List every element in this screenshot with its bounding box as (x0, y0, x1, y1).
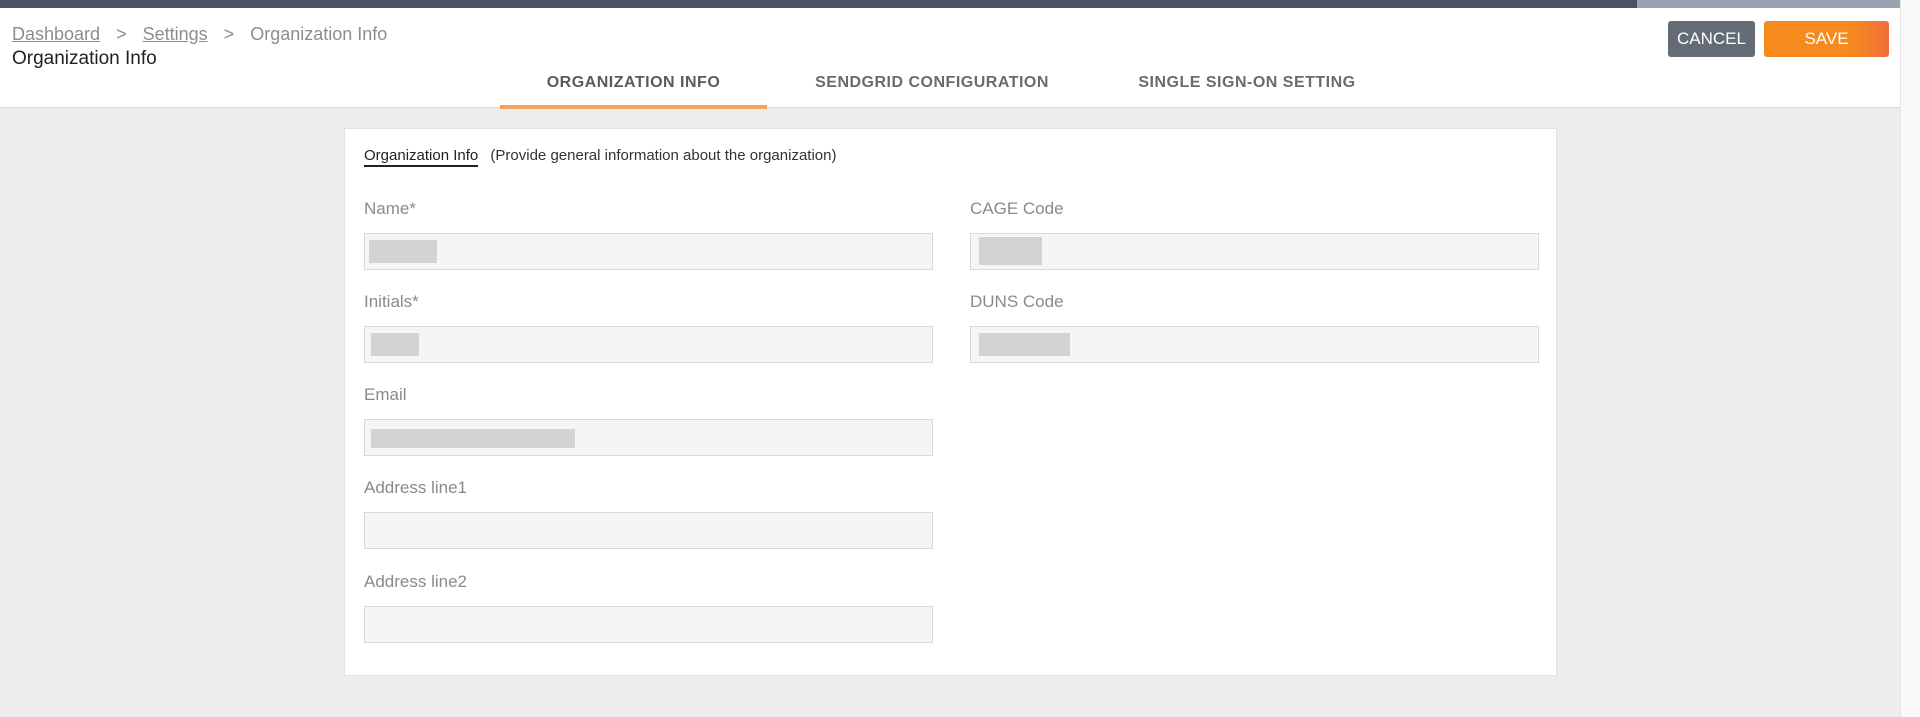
address-line1-field: Address line1 (364, 478, 933, 549)
redacted-value (371, 429, 575, 448)
cage-code-field: CAGE Code (970, 199, 1539, 270)
name-input[interactable] (364, 233, 933, 270)
page-title: Organization Info (12, 48, 157, 69)
duns-code-field: DUNS Code (970, 292, 1539, 363)
section-header: Organization Info (Provide general infor… (364, 147, 837, 167)
initials-label: Initials* (364, 292, 419, 311)
breadcrumb-dashboard-link[interactable]: Dashboard (12, 24, 100, 44)
address-line2-field: Address line2 (364, 572, 933, 643)
email-label: Email (364, 385, 407, 404)
address-line2-input[interactable] (364, 606, 933, 643)
name-field: Name* (364, 199, 933, 270)
top-bar (0, 0, 1920, 8)
address-line1-label: Address line1 (364, 478, 468, 497)
save-button[interactable]: SAVE (1764, 21, 1889, 57)
initials-field: Initials* (364, 292, 933, 363)
cage-code-input[interactable] (970, 233, 1539, 270)
name-label: Name* (364, 199, 416, 218)
initials-input[interactable] (364, 326, 933, 363)
page-header: Dashboard > Settings > Organization Info… (0, 8, 1900, 109)
tab-single-sign-on-setting[interactable]: SINGLE SIGN-ON SETTING (1097, 68, 1397, 109)
breadcrumb-settings-link[interactable]: Settings (143, 24, 208, 44)
email-field: Email (364, 385, 933, 456)
redacted-value (979, 237, 1042, 265)
cancel-button[interactable]: CANCEL (1668, 21, 1755, 57)
breadcrumb: Dashboard > Settings > Organization Info (12, 24, 387, 45)
address-line2-label: Address line2 (364, 572, 468, 591)
tab-bar: ORGANIZATION INFO SENDGRID CONFIGURATION… (500, 68, 1397, 109)
cage-code-label: CAGE Code (970, 199, 1064, 218)
organization-info-card: Organization Info (Provide general infor… (344, 128, 1557, 676)
tab-organization-info[interactable]: ORGANIZATION INFO (500, 68, 767, 109)
redacted-value (371, 333, 419, 356)
tab-sendgrid-configuration[interactable]: SENDGRID CONFIGURATION (767, 68, 1097, 109)
breadcrumb-separator: > (223, 24, 235, 44)
breadcrumb-separator: > (116, 24, 127, 44)
duns-code-input[interactable] (970, 326, 1539, 363)
top-bar-accent (1637, 0, 1900, 8)
breadcrumb-current: Organization Info (250, 24, 388, 44)
scrollbar[interactable] (1900, 0, 1920, 717)
section-description: (Provide general information about the o… (490, 147, 837, 164)
section-title: Organization Info (364, 147, 479, 167)
duns-code-label: DUNS Code (970, 292, 1064, 311)
redacted-value (369, 240, 437, 263)
email-input[interactable] (364, 419, 933, 456)
redacted-value (979, 333, 1070, 356)
address-line1-input[interactable] (364, 512, 933, 549)
